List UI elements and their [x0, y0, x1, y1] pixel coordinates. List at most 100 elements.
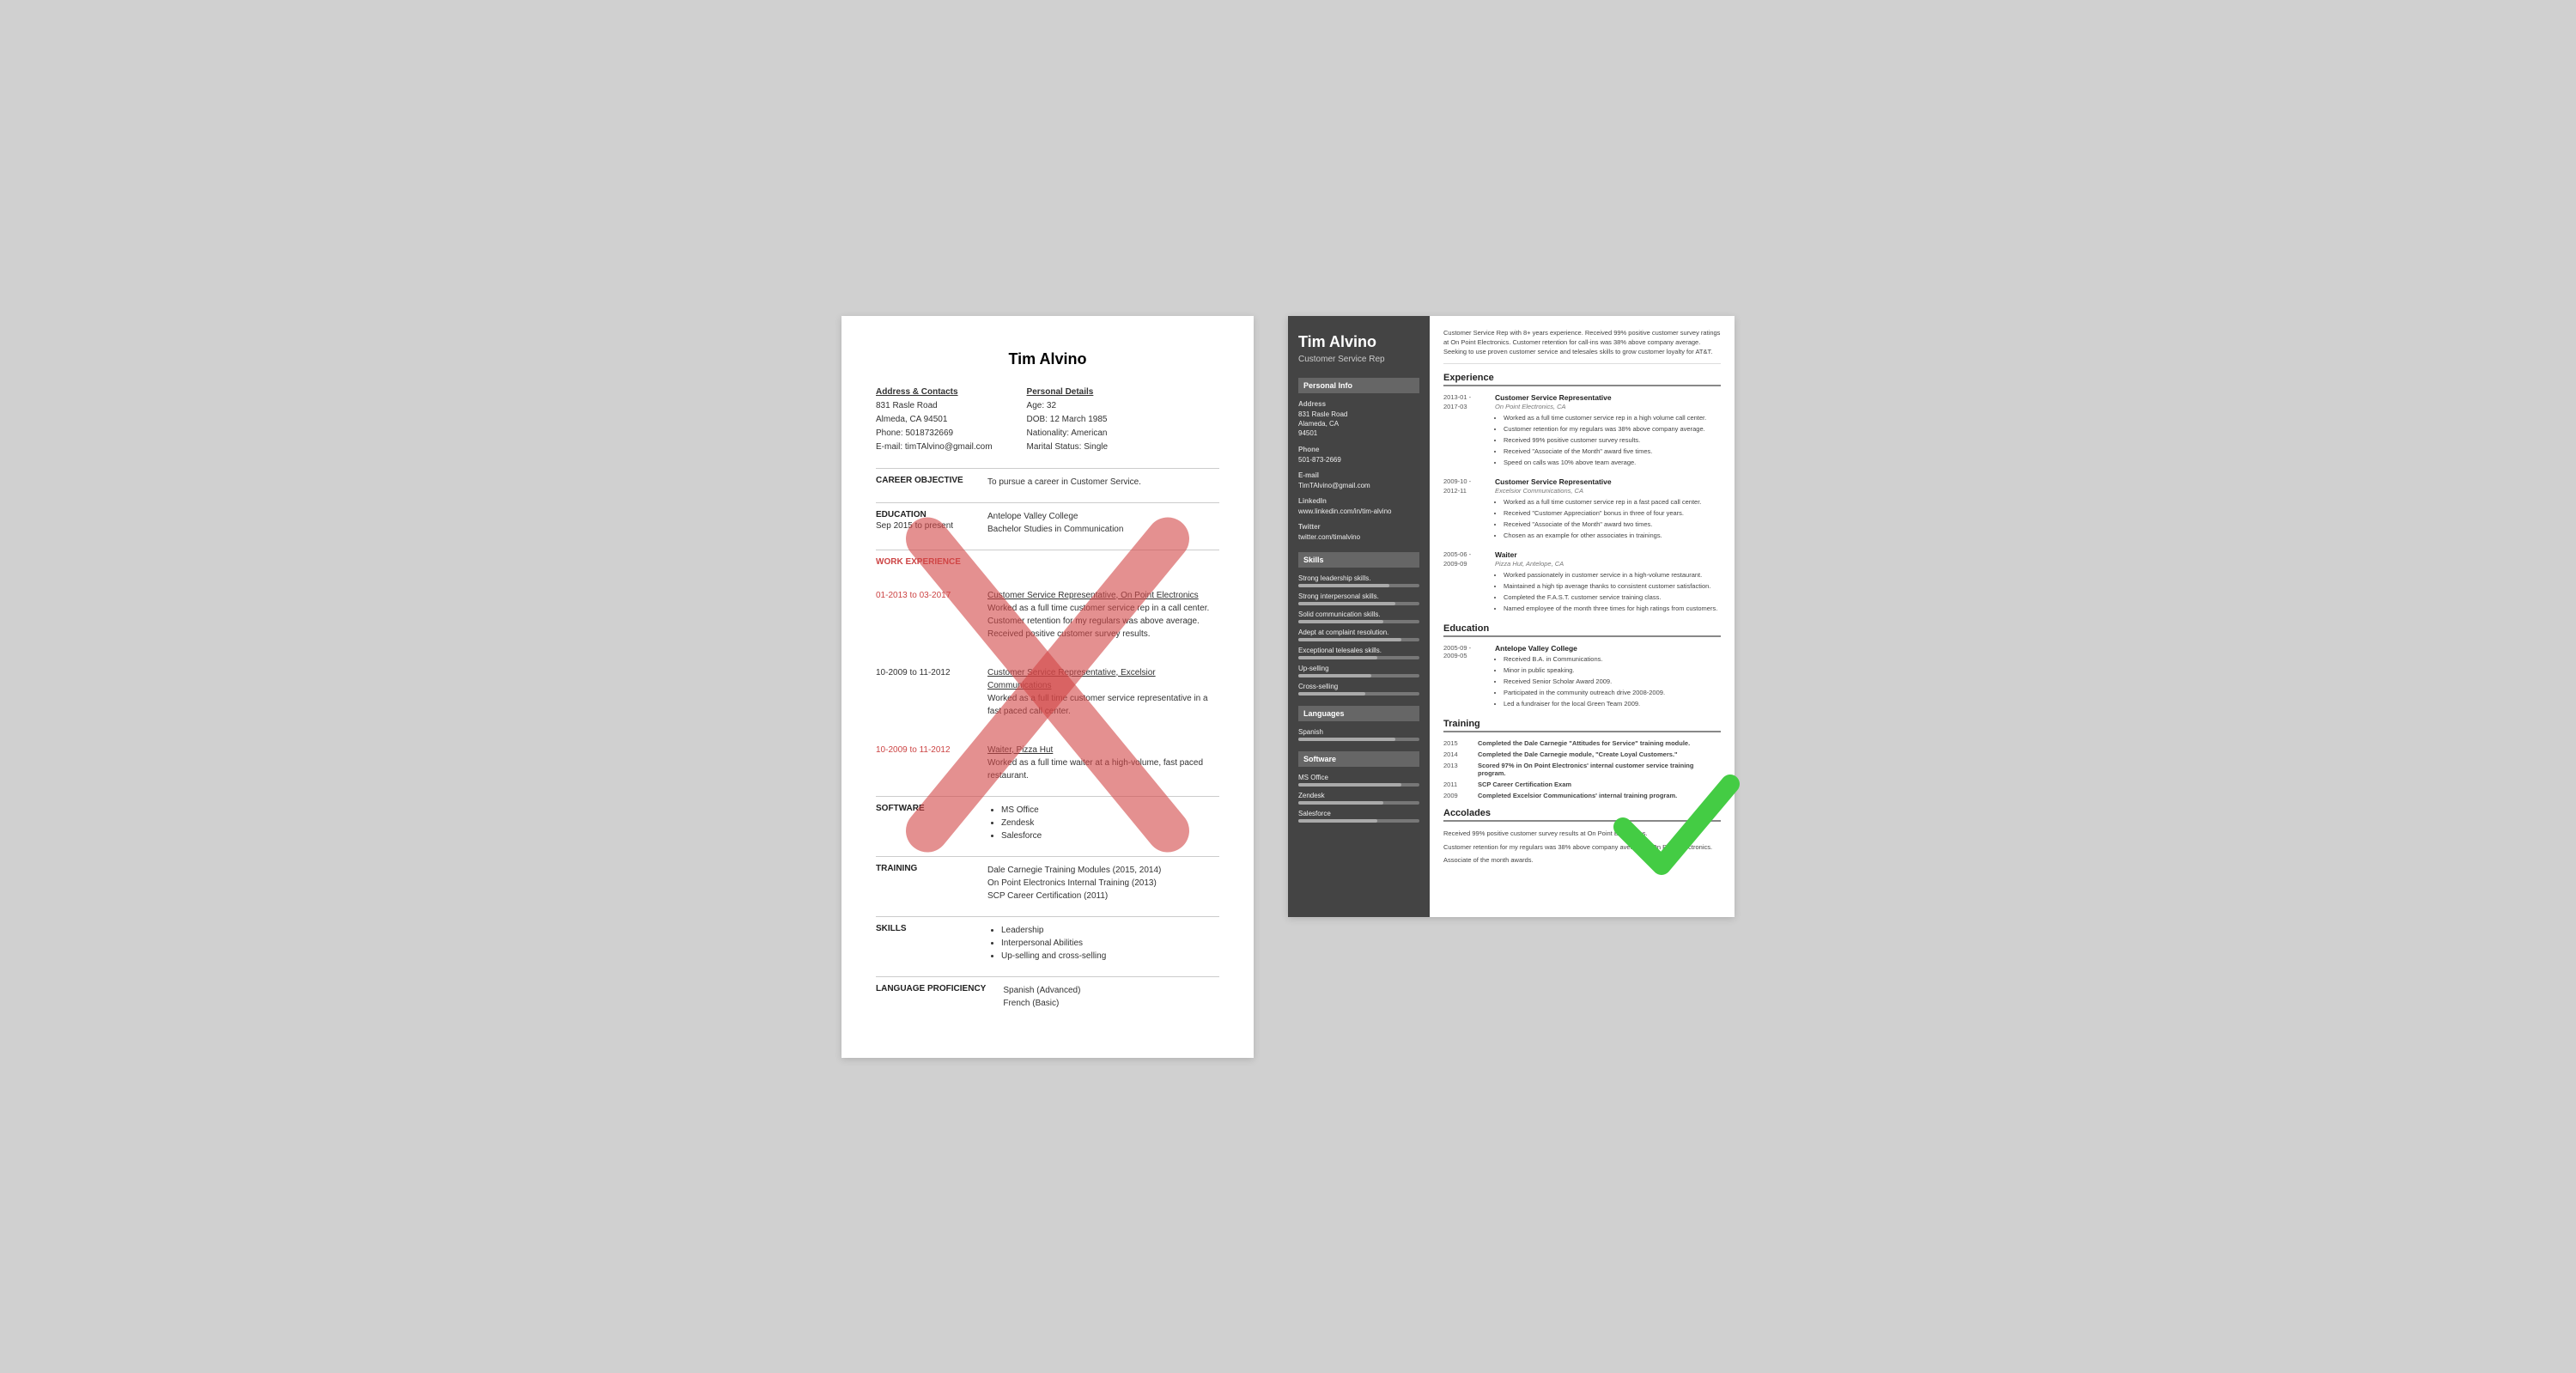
exp-details-3: Waiter Pizza Hut, Antelope, CA Worked pa… — [1495, 550, 1721, 615]
software-bar-fill-3 — [1298, 819, 1377, 823]
bad-resume: Tim Alvino Address & Contacts 831 Rasle … — [841, 316, 1254, 1058]
skill-name-6: Up-selling — [1298, 665, 1419, 672]
sidebar-software-title: Software — [1298, 751, 1419, 767]
exp-job-title-2: Customer Service Representative — [1495, 477, 1721, 486]
sidebar-phone-value: 501-873-2669 — [1298, 455, 1419, 465]
main-container: Tim Alvino Address & Contacts 831 Rasle … — [841, 316, 1735, 1058]
software-bar-fill-2 — [1298, 801, 1383, 805]
bad-address-left: Address & Contacts 831 Rasle Road Almeda… — [876, 386, 993, 454]
bad-education: EDUCATION Sep 2015 to present Antelope V… — [876, 510, 1219, 536]
skill-bar-bg-4 — [1298, 638, 1419, 641]
sidebar-email-value: TimTAlvino@gmail.com — [1298, 481, 1419, 490]
bad-work-detail2: Customer Service Representative, Excelsi… — [987, 666, 1219, 718]
bad-address-label: Address & Contacts — [876, 386, 993, 399]
accolade-3: Associate of the month awards. — [1443, 855, 1721, 865]
skill-bar-fill-2 — [1298, 602, 1395, 605]
bad-work-date3: 10-2009 to 11-2012 — [876, 744, 970, 782]
training-entry-3: 2013 Scored 97% in On Point Electronics'… — [1443, 762, 1721, 777]
training-text-4: SCP Career Certification Exam — [1478, 781, 1721, 788]
accolade-2: Customer retention for my regulars was 3… — [1443, 842, 1721, 852]
bad-training-label: TRAINING — [876, 864, 970, 902]
sidebar-address-value: 831 Rasle RoadAlameda, CA94501 — [1298, 410, 1419, 439]
sidebar-twitter-value: twitter.com/timalvino — [1298, 532, 1419, 542]
exp-entry-3: 2005-06 -2009-09 Waiter Pizza Hut, Antel… — [1443, 550, 1721, 615]
good-accolades-title: Accolades — [1443, 808, 1721, 822]
bad-personal-label: Personal Details — [1027, 386, 1109, 399]
software-row-2: Zendesk — [1298, 792, 1419, 805]
bad-work-title1: Customer Service Representative, On Poin… — [987, 591, 1199, 600]
exp-job-title-3: Waiter — [1495, 550, 1721, 559]
exp-date-1: 2013-01 -2017-03 — [1443, 393, 1486, 469]
training-year-3: 2013 — [1443, 762, 1469, 777]
bad-career-objective: CAREER OBJECTIVE To pursue a career in C… — [876, 476, 1219, 489]
sidebar-phone-label: Phone — [1298, 446, 1419, 453]
bad-lang-content: Spanish (Advanced)French (Basic) — [1003, 984, 1080, 1010]
exp-bullets-2: Worked as a full time customer service r… — [1495, 497, 1721, 541]
exp-job-title-1: Customer Service Representative — [1495, 393, 1721, 402]
bad-work-title3: Waiter, Pizza Hut — [987, 745, 1053, 755]
software-bar-bg-3 — [1298, 819, 1419, 823]
bad-personal-nat: Nationality: American — [1027, 427, 1109, 440]
edu-entry-1: 2005-09 -2009-05 Antelope Valley College… — [1443, 644, 1721, 710]
bad-career-label: CAREER OBJECTIVE — [876, 476, 970, 489]
exp-date-3: 2005-06 -2009-09 — [1443, 550, 1486, 615]
bad-skills: SKILLS Leadership Interpersonal Abilitie… — [876, 924, 1219, 963]
sidebar-skills-title: Skills — [1298, 552, 1419, 568]
training-entry-4: 2011 SCP Career Certification Exam — [1443, 781, 1721, 788]
exp-company-3: Pizza Hut, Antelope, CA — [1495, 560, 1721, 568]
training-year-5: 2009 — [1443, 792, 1469, 799]
bad-address-line4: E-mail: timTAlvino@gmail.com — [876, 440, 993, 454]
bad-skills-content: Leadership Interpersonal Abilities Up-se… — [987, 924, 1106, 963]
skill-bar-fill-5 — [1298, 656, 1377, 659]
skill-name-2: Strong interpersonal skills. — [1298, 592, 1419, 600]
bad-personal-age: Age: 32 — [1027, 399, 1109, 413]
sidebar-linkedin-label: LinkedIn — [1298, 497, 1419, 505]
sidebar-linkedin-value: www.linkedin.com/in/tim-alvino — [1298, 507, 1419, 516]
skill-row-1: Strong leadership skills. — [1298, 574, 1419, 587]
software-name-2: Zendesk — [1298, 792, 1419, 799]
skill-bar-bg-7 — [1298, 692, 1419, 696]
software-bar-bg-2 — [1298, 801, 1419, 805]
sidebar-twitter-label: Twitter — [1298, 523, 1419, 531]
software-bar-bg-1 — [1298, 783, 1419, 787]
lang-row-1: Spanish — [1298, 728, 1419, 741]
training-year-1: 2015 — [1443, 739, 1469, 747]
bad-address-line3: Phone: 5018732669 — [876, 427, 993, 440]
bad-work-entry1: 01-2013 to 03-2017 Customer Service Repr… — [876, 589, 1219, 641]
exp-company-2: Excelsior Communications, CA — [1495, 487, 1721, 495]
skill-bar-fill-4 — [1298, 638, 1401, 641]
bad-training: TRAINING Dale Carnegie Training Modules … — [876, 864, 1219, 902]
lang-bar-bg-1 — [1298, 738, 1419, 741]
bad-address-line2: Almeda, CA 94501 — [876, 413, 993, 427]
bad-work-detail1: Customer Service Representative, On Poin… — [987, 589, 1219, 641]
bad-training-content: Dale Carnegie Training Modules (2015, 20… — [987, 864, 1161, 902]
good-resume: Tim Alvino Customer Service Rep Personal… — [1288, 316, 1735, 917]
sidebar-personal-info-title: Personal Info — [1298, 378, 1419, 393]
skill-bar-fill-7 — [1298, 692, 1365, 696]
bad-divider4 — [876, 796, 1219, 797]
bad-work-detail3: Waiter, Pizza Hut Worked as a full time … — [987, 744, 1219, 782]
bad-address-line1: 831 Rasle Road — [876, 399, 993, 413]
exp-details-2: Customer Service Representative Excelsio… — [1495, 477, 1721, 542]
bad-skills-label: SKILLS — [876, 924, 970, 963]
exp-entry-1: 2013-01 -2017-03 Customer Service Repres… — [1443, 393, 1721, 469]
bad-divider1 — [876, 468, 1219, 469]
edu-details-1: Antelope Valley College Received B.A. in… — [1495, 644, 1721, 710]
exp-date-2: 2009-10 -2012-11 — [1443, 477, 1486, 542]
training-entry-1: 2015 Completed the Dale Carnegie "Attitu… — [1443, 739, 1721, 747]
bad-personal-marital: Marital Status: Single — [1027, 440, 1109, 454]
exp-company-1: On Point Electronics, CA — [1495, 403, 1721, 410]
exp-entry-2: 2009-10 -2012-11 Customer Service Repres… — [1443, 477, 1721, 542]
software-row-3: Salesforce — [1298, 810, 1419, 823]
bad-divider5 — [876, 856, 1219, 857]
bad-divider6 — [876, 916, 1219, 917]
bad-divider2 — [876, 502, 1219, 503]
bad-software-content: MS Office Zendesk Salesforce — [987, 804, 1042, 842]
sidebar-email-label: E-mail — [1298, 471, 1419, 479]
skill-name-1: Strong leadership skills. — [1298, 574, 1419, 582]
training-year-4: 2011 — [1443, 781, 1469, 788]
bad-software-label: SOFTWARE — [876, 804, 970, 842]
skill-name-7: Cross-selling — [1298, 683, 1419, 690]
bad-address-block: Address & Contacts 831 Rasle Road Almeda… — [876, 386, 1219, 454]
bad-personal-right: Personal Details Age: 32 DOB: 12 March 1… — [1027, 386, 1109, 454]
